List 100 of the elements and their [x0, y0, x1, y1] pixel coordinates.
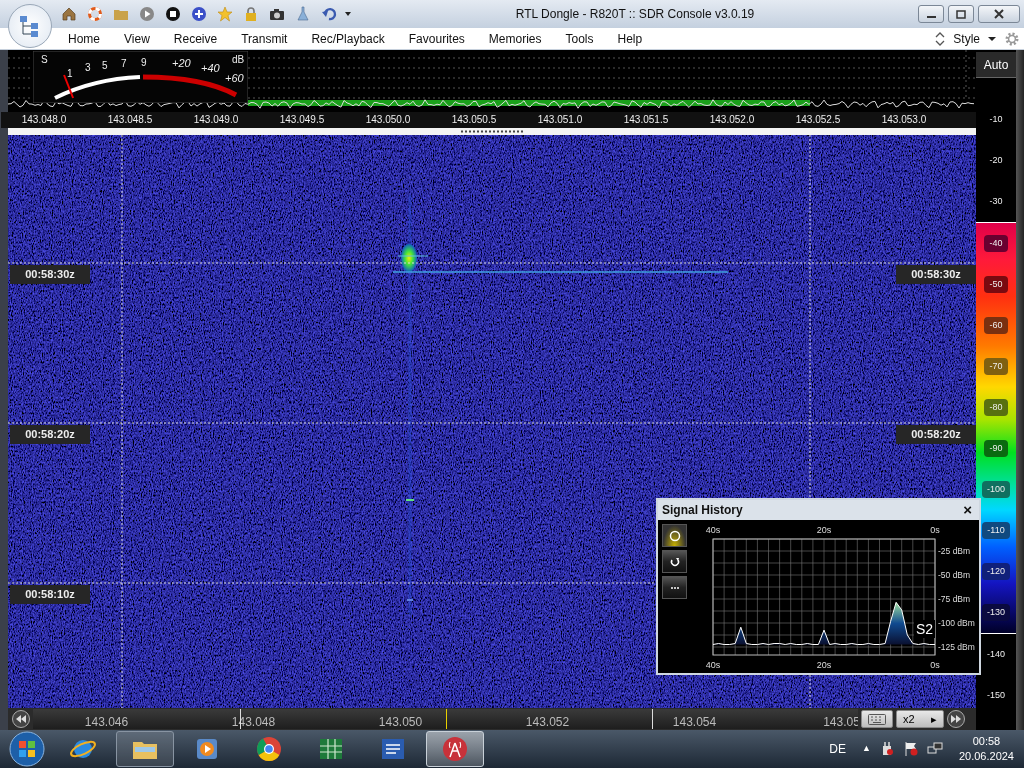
- frequency-label: 143.048.5: [106, 113, 154, 127]
- frequency-label: 143.051.5: [622, 113, 670, 127]
- splitter-handle[interactable]: [461, 130, 523, 133]
- scroll-right-button[interactable]: [947, 710, 965, 728]
- stop-icon[interactable]: [165, 6, 181, 22]
- level-label: -90: [984, 439, 1008, 458]
- time-label: 00:58:20z: [896, 425, 976, 444]
- scale-label: 9: [141, 57, 147, 68]
- style-menu[interactable]: Style: [949, 28, 1000, 49]
- home-icon[interactable]: [61, 6, 77, 22]
- camera-icon[interactable]: [269, 6, 285, 22]
- start-icon: [9, 731, 45, 767]
- fast-forward-icon: [951, 715, 961, 723]
- level-label: -10: [988, 112, 1004, 126]
- menu-item[interactable]: Transmit: [229, 28, 300, 49]
- undo-icon[interactable]: [321, 6, 337, 22]
- menu-item[interactable]: Tools: [553, 28, 606, 49]
- scroll-left-button[interactable]: [12, 710, 30, 728]
- auto-button[interactable]: Auto: [976, 52, 1016, 78]
- frequency-label: 143.052.0: [708, 113, 756, 127]
- frequency-label: 143.050: [377, 714, 424, 729]
- rewind-icon: [16, 715, 26, 723]
- time-label: 00:58:10z: [10, 585, 90, 604]
- caret-icon: [988, 34, 996, 43]
- frequency-label: 143.050.5: [450, 113, 498, 127]
- keyboard-button[interactable]: [861, 710, 893, 728]
- menu-item[interactable]: View: [112, 28, 162, 49]
- tick-label: -100 dBm: [938, 618, 975, 629]
- level-label: -80: [984, 398, 1008, 417]
- window-title: RTL Dongle - R820T :: SDR Console v3.0.19: [514, 6, 756, 23]
- antenna-icon: [441, 735, 469, 763]
- language-indicator[interactable]: DE: [829, 740, 846, 758]
- keyboard-icon: [868, 713, 886, 725]
- taskbar-button[interactable]: [116, 731, 174, 767]
- scale-label: 7: [121, 58, 127, 69]
- level-label: -150: [986, 688, 1006, 702]
- refresh-icon: [668, 555, 681, 568]
- tick-label: -75 dBm: [938, 594, 971, 605]
- tick-label: -125 dBm: [938, 642, 975, 653]
- close-button[interactable]: [978, 5, 1020, 23]
- tick-label: 0s: [930, 660, 940, 670]
- frequency-label: 143.052.5: [794, 113, 842, 127]
- level-label: -40: [984, 234, 1008, 253]
- time-label: 00:58:30z: [896, 265, 976, 284]
- scale-label: +40: [201, 62, 220, 74]
- settings-icon[interactable]: [1004, 30, 1020, 47]
- tick-label: 40s: [705, 660, 721, 670]
- scrollbar[interactable]: [1016, 50, 1024, 730]
- level-label: -50: [984, 275, 1008, 294]
- scale-label: 1: [67, 68, 73, 79]
- network-icon[interactable]: [926, 741, 943, 757]
- maximize-button[interactable]: [948, 5, 974, 23]
- play-icon[interactable]: [139, 6, 155, 22]
- minimize-icon: [926, 16, 936, 18]
- frequency-label: 143.049.0: [192, 113, 240, 127]
- level-label: -30: [988, 194, 1004, 208]
- zoom-button[interactable]: x2 ▸: [896, 710, 944, 728]
- tick-label: 20s: [816, 525, 832, 535]
- flag-icon[interactable]: [902, 741, 919, 757]
- level-label: -110: [982, 521, 1010, 540]
- tick-label: -50 dBm: [938, 570, 971, 581]
- tick-label: 40s: [705, 525, 721, 535]
- plus-icon[interactable]: [191, 6, 207, 22]
- taskbar-button[interactable]: [426, 731, 484, 767]
- menu-item[interactable]: Help: [605, 28, 655, 49]
- close-button[interactable]: ×: [960, 502, 975, 518]
- tool-button[interactable]: [662, 524, 687, 547]
- minimize-button[interactable]: [918, 5, 944, 23]
- frequency-label: 143.051.0: [536, 113, 584, 127]
- clock-time: 00:58: [972, 734, 1001, 749]
- maximize-icon: [956, 9, 966, 19]
- spinner-icon[interactable]: [935, 30, 946, 47]
- time-label: 00:58:30z: [10, 265, 90, 284]
- browser-icon: [255, 735, 283, 763]
- tool-button[interactable]: [662, 550, 687, 573]
- signal-reading: S2: [914, 620, 936, 638]
- lifebuoy-icon[interactable]: [87, 6, 103, 22]
- scale-label: 5: [102, 60, 108, 71]
- level-label: -130: [982, 603, 1010, 622]
- level-label: -20: [988, 153, 1004, 167]
- time-label: 00:58:20z: [10, 425, 90, 444]
- scale-label: S: [41, 54, 48, 65]
- level-label: -140: [986, 647, 1006, 661]
- level-label: -70: [984, 357, 1008, 376]
- menu-item[interactable]: Rec/Playback: [299, 28, 397, 49]
- menu-item[interactable]: Favourites: [396, 28, 477, 49]
- tick-label: 20s: [816, 660, 832, 670]
- unit-label: dB: [232, 54, 245, 65]
- tray-arrow-button[interactable]: ▲: [862, 742, 871, 756]
- menu-item[interactable]: Memories: [476, 28, 554, 49]
- tick-label: -25 dBm: [938, 546, 971, 557]
- frequency-label: 143.053.0: [880, 113, 928, 127]
- star-icon[interactable]: [217, 6, 233, 22]
- frequency-label: 143.046: [83, 714, 130, 729]
- lock-icon[interactable]: [243, 6, 259, 22]
- frequency-label: 143.052: [524, 714, 571, 729]
- menu-item[interactable]: Receive: [161, 28, 230, 49]
- tool-button[interactable]: [662, 576, 687, 599]
- menu-item[interactable]: Home: [56, 28, 112, 49]
- scale-label: 3: [85, 62, 91, 73]
